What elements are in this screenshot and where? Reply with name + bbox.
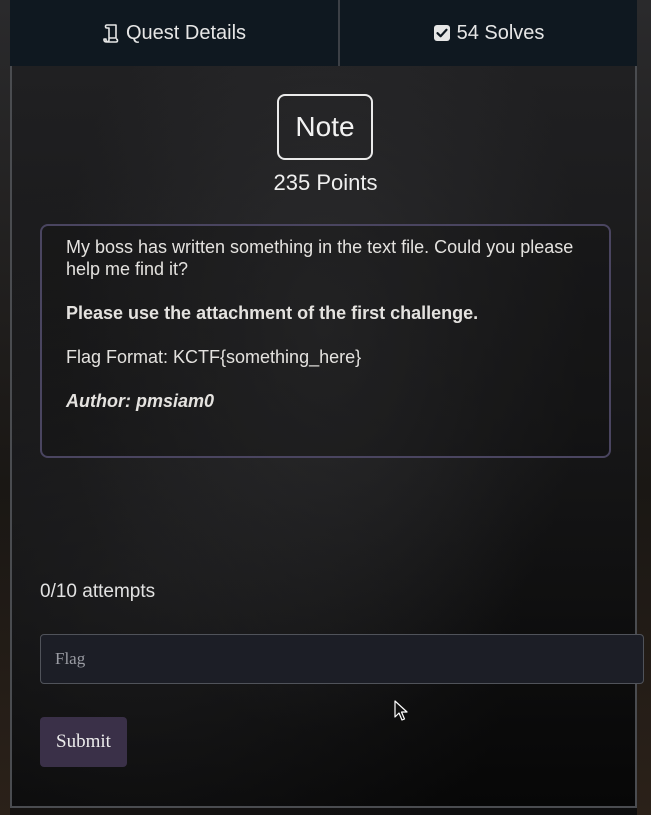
tab-solves[interactable]: 54 Solves	[340, 0, 637, 66]
challenge-title: Note	[277, 94, 373, 160]
tab-quest-details[interactable]: Quest Details	[10, 0, 340, 66]
description-text: My boss has written something in the tex…	[66, 237, 574, 279]
flag-input[interactable]	[40, 634, 644, 684]
description-instruction: Please use the attachment of the first c…	[66, 303, 479, 323]
mouse-cursor-icon	[394, 700, 408, 727]
tab-solves-label: 54 Solves	[456, 21, 545, 44]
scroll-icon	[102, 23, 120, 43]
background-edge-left	[0, 0, 10, 815]
checkbox-icon	[433, 24, 451, 42]
challenge-description: My boss has written something in the tex…	[40, 224, 611, 458]
background-edge-right	[637, 0, 651, 815]
challenge-card: Note 235 Points My boss has written some…	[10, 66, 644, 808]
attempts-counter: 0/10 attempts	[40, 581, 156, 602]
description-author: Author: pmsiam0	[66, 391, 215, 411]
challenge-points: 235 Points	[273, 170, 378, 195]
description-flag-format: Flag Format: KCTF{something_here}	[66, 347, 362, 367]
submit-button[interactable]: Submit	[40, 717, 127, 767]
tab-bar: Quest Details 54 Solves	[10, 0, 637, 67]
tab-quest-details-label: Quest Details	[125, 21, 247, 44]
challenge-page: Quest Details 54 Solves Note 235 Points …	[0, 0, 651, 815]
